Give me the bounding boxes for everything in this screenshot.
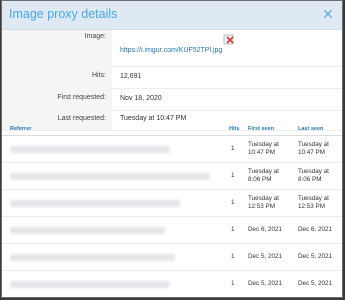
image-row: Image: https://i.imgur.com/KUF52TPl.jpg [2, 30, 342, 67]
referrer-blurred[interactable] [10, 146, 170, 153]
row-first-seen: Dec 5, 2021 [248, 253, 282, 260]
hits-label: Hits: [2, 66, 112, 88]
referrer-blurred[interactable] [10, 281, 170, 288]
row-hits: 1 [231, 280, 235, 287]
row-last-seen: Dec 6, 2021 [298, 226, 332, 233]
row-hits: 1 [231, 172, 235, 179]
modal-header: Image proxy details ✕ [2, 1, 342, 30]
row-first-seen: Tuesday at 10:47 PM [248, 141, 279, 156]
row-hits: 1 [231, 145, 235, 152]
referrer-blurred[interactable] [10, 173, 210, 180]
hits-value: 12,691 [120, 73, 142, 80]
close-icon[interactable]: ✕ [321, 6, 335, 22]
table-row: 1 Dec 5, 2021 Dec 5, 2021 [2, 244, 342, 271]
row-last-seen: Tuesday at 12:53 PM [298, 195, 329, 210]
broken-image-icon [223, 33, 236, 46]
row-first-seen: Dec 5, 2021 [248, 280, 282, 287]
table-row: 1 Dec 6, 2021 Dec 6, 2021 [2, 217, 342, 244]
table-row: 1 Tuesday at 12:53 PM Tuesday at 12:53 P… [2, 190, 342, 217]
first-requested-row: First requested: Nov 18, 2020 [2, 88, 342, 111]
image-label: Image: [2, 30, 112, 66]
col-hits: Hits [229, 126, 240, 132]
row-last-seen: Dec 5, 2021 [298, 253, 332, 260]
hits-row: Hits: 12,691 [2, 66, 342, 89]
table-row: 1 Dec 5, 2021 Dec 5, 2021 [2, 271, 342, 297]
image-proxy-modal: Image proxy details ✕ Image: https://i.i… [1, 0, 343, 298]
row-first-seen: Tuesday at 12:53 PM [248, 195, 279, 210]
row-last-seen: Dec 5, 2021 [298, 280, 332, 287]
first-requested-label: First requested: [2, 88, 112, 110]
referrer-blurred[interactable] [10, 200, 180, 207]
last-requested-value: Tuesday at 10:47 PM [120, 115, 187, 122]
row-first-seen: Dec 6, 2021 [248, 226, 282, 233]
referrer-blurred[interactable] [10, 254, 175, 261]
first-requested-value: Nov 18, 2020 [120, 95, 162, 102]
row-first-seen: Tuesday at 8:06 PM [248, 168, 279, 183]
table-row: 1 Tuesday at 8:06 PM Tuesday at 8:06 PM [2, 163, 342, 190]
image-url-link[interactable]: https://i.imgur.com/KUF52TPl.jpg [120, 47, 222, 54]
col-last-seen: Last seen [298, 126, 324, 132]
row-last-seen: Tuesday at 10:47 PM [298, 141, 329, 156]
table-row: 1 Tuesday at 10:47 PM Tuesday at 10:47 P… [2, 136, 342, 163]
col-first-seen: First seen [248, 126, 274, 132]
table-header-row: Referrer Hits First seen Last seen [2, 123, 342, 136]
row-hits: 1 [231, 199, 235, 206]
row-hits: 1 [231, 226, 235, 233]
row-last-seen: Tuesday at 8:06 PM [298, 168, 329, 183]
referrer-blurred[interactable] [10, 227, 165, 234]
col-referrer: Referrer [10, 126, 32, 132]
row-hits: 1 [231, 253, 235, 260]
modal-title: Image proxy details [9, 7, 118, 21]
